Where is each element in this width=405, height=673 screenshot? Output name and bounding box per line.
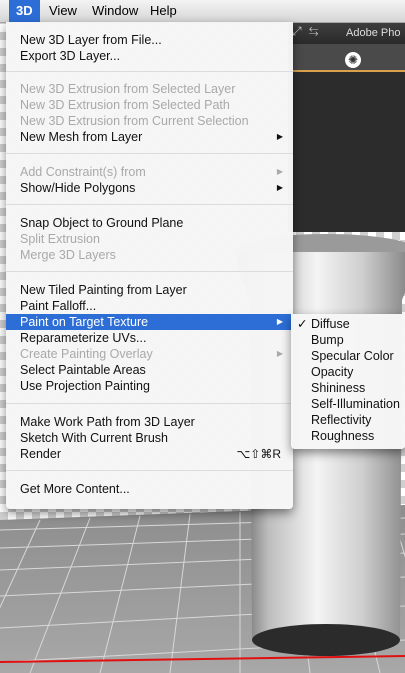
3d-menu: New 3D Layer from File... Export 3D Laye… — [6, 22, 293, 509]
menu-item-render[interactable]: Render ⌥⇧⌘R — [6, 446, 293, 462]
toolbar-icons[interactable]: ⤢ ⇆ — [292, 24, 321, 39]
app-title-bar: ⤢ ⇆ Adobe Pho — [288, 22, 405, 44]
menu-item-extrusion-current-selection: New 3D Extrusion from Current Selection — [20, 114, 249, 128]
menu-item-new-mesh-from-layer[interactable]: New Mesh from Layer ▶ — [6, 129, 293, 145]
menu-item-new-3d-layer-from-file[interactable]: New 3D Layer from File... — [6, 32, 293, 48]
light-icon[interactable]: ✺ — [345, 52, 361, 68]
submenu-item-shininess[interactable]: Shininess — [291, 380, 405, 396]
menu-item-add-constraints: Add Constraint(s) from ▶ — [20, 165, 283, 179]
submenu-item-reflectivity[interactable]: Reflectivity — [291, 412, 405, 428]
menu-item-select-paintable-areas[interactable]: Select Paintable Areas — [6, 362, 293, 378]
submenu-arrow-icon: ▶ — [276, 349, 283, 358]
menu-item-paint-falloff[interactable]: Paint Falloff... — [6, 298, 293, 314]
panel-area — [288, 72, 405, 232]
submenu-arrow-icon: ▶ — [276, 167, 283, 176]
menu-help[interactable]: Help — [143, 0, 184, 22]
menu-separator — [6, 403, 293, 404]
submenu-item-self-illumination[interactable]: Self-Illumination — [291, 396, 405, 412]
submenu-arrow-icon: ▶ — [276, 317, 283, 326]
menu-item-make-work-path[interactable]: Make Work Path from 3D Layer — [6, 414, 293, 430]
menu-bar: 3D View Window Help — [0, 0, 405, 23]
menu-3d[interactable]: 3D — [9, 0, 40, 22]
menu-separator — [6, 271, 293, 272]
menu-item-merge-3d-layers: Merge 3D Layers — [20, 248, 116, 262]
checkmark-icon: ✓ — [297, 317, 308, 331]
menu-item-use-projection-painting[interactable]: Use Projection Painting — [6, 378, 293, 394]
render-shortcut: ⌥⇧⌘R — [236, 447, 281, 461]
submenu-arrow-icon: ▶ — [276, 132, 283, 141]
menu-item-reparameterize-uvs[interactable]: Reparameterize UVs... — [6, 330, 293, 346]
menu-item-snap-object-to-ground[interactable]: Snap Object to Ground Plane — [6, 215, 293, 231]
app-title: Adobe Pho — [346, 27, 401, 39]
menu-item-show-hide-polygons[interactable]: Show/Hide Polygons ▶ — [6, 180, 293, 196]
menu-separator — [6, 71, 293, 72]
submenu-item-roughness[interactable]: Roughness — [291, 428, 405, 444]
submenu-item-specular-color[interactable]: Specular Color — [291, 348, 405, 364]
menu-separator — [6, 470, 293, 471]
menu-item-create-painting-overlay: Create Painting Overlay ▶ — [20, 347, 283, 361]
menu-item-new-tiled-painting[interactable]: New Tiled Painting from Layer — [6, 282, 293, 298]
menu-item-export-3d-layer[interactable]: Export 3D Layer... — [6, 48, 293, 64]
menu-separator — [6, 153, 293, 154]
paint-target-submenu: ✓ Diffuse Bump Specular Color Opacity Shi… — [291, 314, 405, 449]
menu-item-paint-on-target-texture[interactable]: Paint on Target Texture ▶ — [6, 314, 293, 330]
menu-view[interactable]: View — [42, 0, 84, 22]
menu-item-split-extrusion: Split Extrusion — [20, 232, 100, 246]
menu-item-sketch-with-current-brush[interactable]: Sketch With Current Brush — [6, 430, 293, 446]
menu-item-extrusion-selected-path: New 3D Extrusion from Selected Path — [20, 98, 230, 112]
menu-window[interactable]: Window — [85, 0, 145, 22]
options-bar: ✺ — [288, 44, 405, 72]
submenu-item-bump[interactable]: Bump — [291, 332, 405, 348]
submenu-arrow-icon: ▶ — [276, 183, 283, 192]
menu-item-get-more-content[interactable]: Get More Content... — [6, 481, 293, 497]
menu-item-extrusion-selected-layer: New 3D Extrusion from Selected Layer — [20, 82, 236, 96]
submenu-item-opacity[interactable]: Opacity — [291, 364, 405, 380]
submenu-item-diffuse[interactable]: ✓ Diffuse — [291, 316, 405, 332]
menu-separator — [6, 204, 293, 205]
